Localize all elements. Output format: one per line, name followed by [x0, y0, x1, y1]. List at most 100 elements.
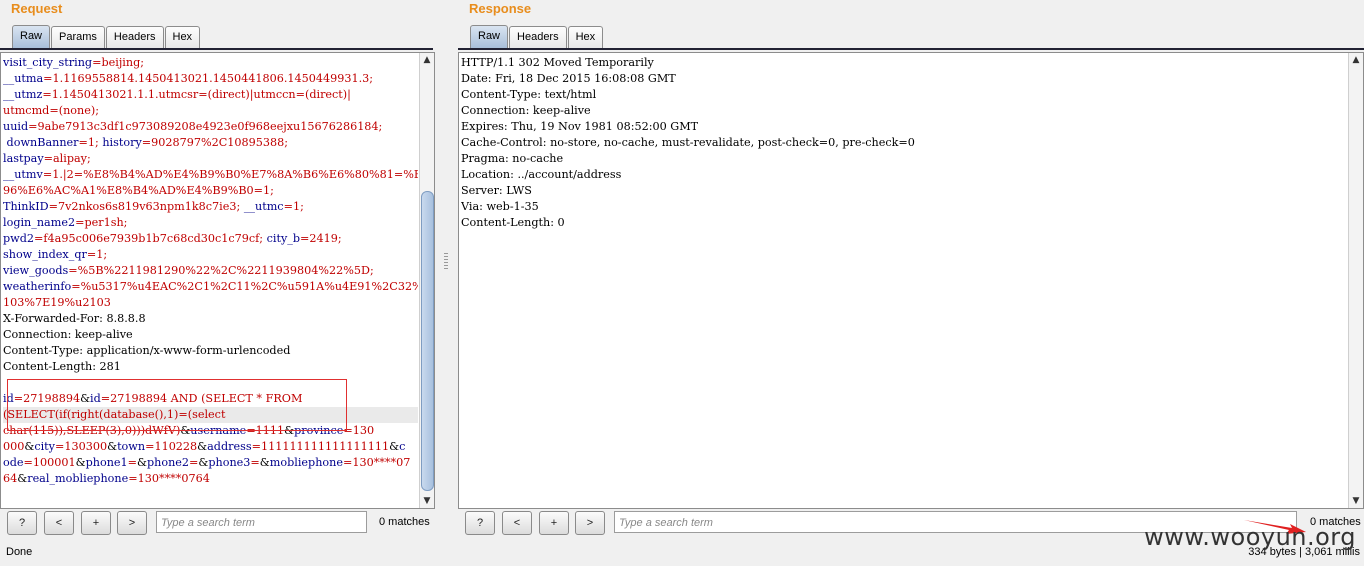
request-line: X-Forwarded-For: 8.8.8.8	[3, 311, 418, 327]
response-body: HTTP/1.1 302 Moved Temporarily Date: Fri,…	[461, 55, 1347, 231]
request-token: __utma	[3, 72, 44, 85]
add-button[interactable]: +	[539, 511, 569, 535]
request-token: __utmz	[3, 88, 43, 101]
request-line: show_index_qr=1;	[3, 247, 418, 263]
request-line: __utmz=1.1450413021.1.1.utmcsr=(direct)|…	[3, 87, 418, 103]
request-token: Content-Length: 281	[3, 360, 121, 373]
response-line: Content-Type: text/html	[461, 88, 597, 101]
request-token: city	[34, 440, 55, 453]
request-token: =1;	[86, 248, 108, 261]
request-token: =alipay;	[43, 152, 91, 165]
request-token: =	[250, 456, 260, 469]
request-token: =1.1169558814.1450413021.1450441806.1450…	[43, 72, 374, 85]
request-line: downBanner=1; history=9028797%2C10895388…	[3, 135, 418, 151]
request-token: =130	[343, 424, 375, 437]
pane-splitter[interactable]	[441, 50, 451, 510]
next-match-button[interactable]: >	[117, 511, 147, 535]
request-line: __utmv=1.|2=%E8%B4%AD%E4%B9%B0%E7%8A%B6%…	[3, 167, 418, 183]
request-token: &	[107, 440, 118, 453]
request-line: 103%7E19%u2103	[3, 295, 418, 311]
scroll-down-icon[interactable]: ▼	[1349, 494, 1363, 508]
request-token: city_b	[266, 232, 301, 245]
watermark: www.wooyun.org	[1144, 523, 1356, 551]
response-editor[interactable]: HTTP/1.1 302 Moved Temporarily Date: Fri,…	[458, 52, 1364, 509]
next-match-button[interactable]: >	[575, 511, 605, 535]
request-line: Connection: keep-alive	[3, 327, 418, 343]
help-button[interactable]: ?	[7, 511, 37, 535]
splitter-grip-icon[interactable]	[444, 253, 448, 269]
request-line: 96%E6%AC%A1%E8%B4%AD%E4%B9%B0=1;	[3, 183, 418, 199]
request-token: history	[102, 136, 142, 149]
request-token: =7v2nkos6s819v63npm1k8c7ie3;	[48, 200, 244, 213]
request-token: =1;	[283, 200, 304, 213]
response-line: Connection: keep-alive	[461, 104, 591, 117]
add-button[interactable]: +	[81, 511, 111, 535]
request-token: 000	[3, 440, 25, 453]
request-tab-headers[interactable]: Headers	[105, 26, 164, 48]
request-token: pwd2	[3, 232, 35, 245]
request-token: mobliephone	[269, 456, 343, 469]
request-scroll-thumb[interactable]	[421, 191, 434, 491]
request-token: login_name2	[3, 216, 76, 229]
request-token: =f4a95c006e7939b1b7c68cd30c1c79cf;	[34, 232, 267, 245]
request-tab-raw[interactable]: Raw	[12, 25, 51, 48]
request-token: ThinkID	[3, 200, 49, 213]
response-tab-hex[interactable]: Hex	[567, 26, 604, 48]
request-line: Content-Type: application/x-www-form-url…	[3, 343, 418, 359]
request-line: uuid=9abe7913c3df1c973089208e4923e0f968e…	[3, 119, 418, 135]
request-editor[interactable]: visit_city_string=beijing; __utma=1.11695…	[0, 52, 435, 509]
help-button[interactable]: ?	[465, 511, 495, 535]
request-token: =9028797%2C10895388;	[141, 136, 288, 149]
request-token: Content-Type: application/x-www-form-url…	[3, 344, 291, 357]
request-tabs: Raw Params Headers Hex	[12, 25, 201, 48]
response-line: Content-Length: 0	[461, 216, 565, 229]
response-line: Server: LWS	[461, 184, 532, 197]
response-line: Expires: Thu, 19 Nov 1981 08:52:00 GMT	[461, 120, 699, 133]
request-line: visit_city_string=beijing;	[3, 55, 418, 71]
request-token: utmcmd=(none);	[3, 104, 99, 117]
response-vertical-scrollbar[interactable]: ▲ ▼	[1348, 53, 1363, 508]
request-line: weatherinfo=%u5317%u4EAC%2C1%2C11%2C%u59…	[3, 279, 418, 295]
request-token: =130300	[55, 440, 108, 453]
request-title: Request	[11, 1, 63, 16]
request-token: phone2	[146, 456, 190, 469]
request-search-input[interactable]: Type a search term	[156, 511, 367, 533]
request-token: &	[24, 440, 35, 453]
previous-match-button[interactable]: <	[44, 511, 74, 535]
request-token: show_index_qr	[3, 248, 87, 261]
request-token: =110228	[145, 440, 198, 453]
request-token: ode	[3, 456, 24, 469]
request-tab-underline	[0, 48, 433, 50]
request-token: lastpay	[3, 152, 44, 165]
status-text: Done	[6, 546, 33, 558]
request-token: c	[399, 440, 406, 453]
scroll-up-icon[interactable]: ▲	[1349, 53, 1363, 67]
previous-match-button[interactable]: <	[502, 511, 532, 535]
request-line: login_name2=per1sh;	[3, 215, 418, 231]
request-token: town	[117, 440, 146, 453]
request-tab-hex[interactable]: Hex	[164, 26, 201, 48]
response-tab-raw[interactable]: Raw	[470, 25, 509, 48]
request-line: utmcmd=(none);	[3, 103, 418, 119]
request-tab-params[interactable]: Params	[51, 26, 105, 48]
response-tab-underline	[458, 48, 1364, 50]
request-token: =1.|2=%E8%B4%AD%E4%B9%B0%E7%8A%B6%E6%80%…	[42, 168, 418, 181]
response-line: Pragma: no-cache	[461, 152, 564, 165]
request-token: visit_city_string	[3, 56, 93, 69]
request-match-count: 0 matches	[379, 516, 430, 528]
response-tab-headers[interactable]: Headers	[509, 26, 567, 48]
response-line: Date: Fri, 18 Dec 2015 16:08:08 GMT	[461, 72, 676, 85]
request-vertical-scrollbar[interactable]: ▲ ▼	[419, 53, 434, 508]
request-token: &	[198, 456, 209, 469]
request-token: Connection: keep-alive	[3, 328, 133, 341]
response-line: Cache-Control: no-store, no-cache, must-…	[461, 136, 915, 149]
request-token: uuid	[3, 120, 29, 133]
request-token: phone3	[208, 456, 251, 469]
scroll-up-icon[interactable]: ▲	[420, 53, 434, 67]
request-token: real_mobliephone	[27, 472, 129, 485]
request-line: Content-Length: 281	[3, 359, 418, 375]
response-panel: Response Raw Headers Hex HTTP/1.1 302 Mo…	[458, 0, 1364, 566]
scroll-down-icon[interactable]: ▼	[420, 494, 434, 508]
request-line: ode=100001&phone1=&phone2=&phone3=&mobli…	[3, 455, 418, 471]
request-line: 000&city=130300&town=110228&address=1111…	[3, 439, 418, 455]
